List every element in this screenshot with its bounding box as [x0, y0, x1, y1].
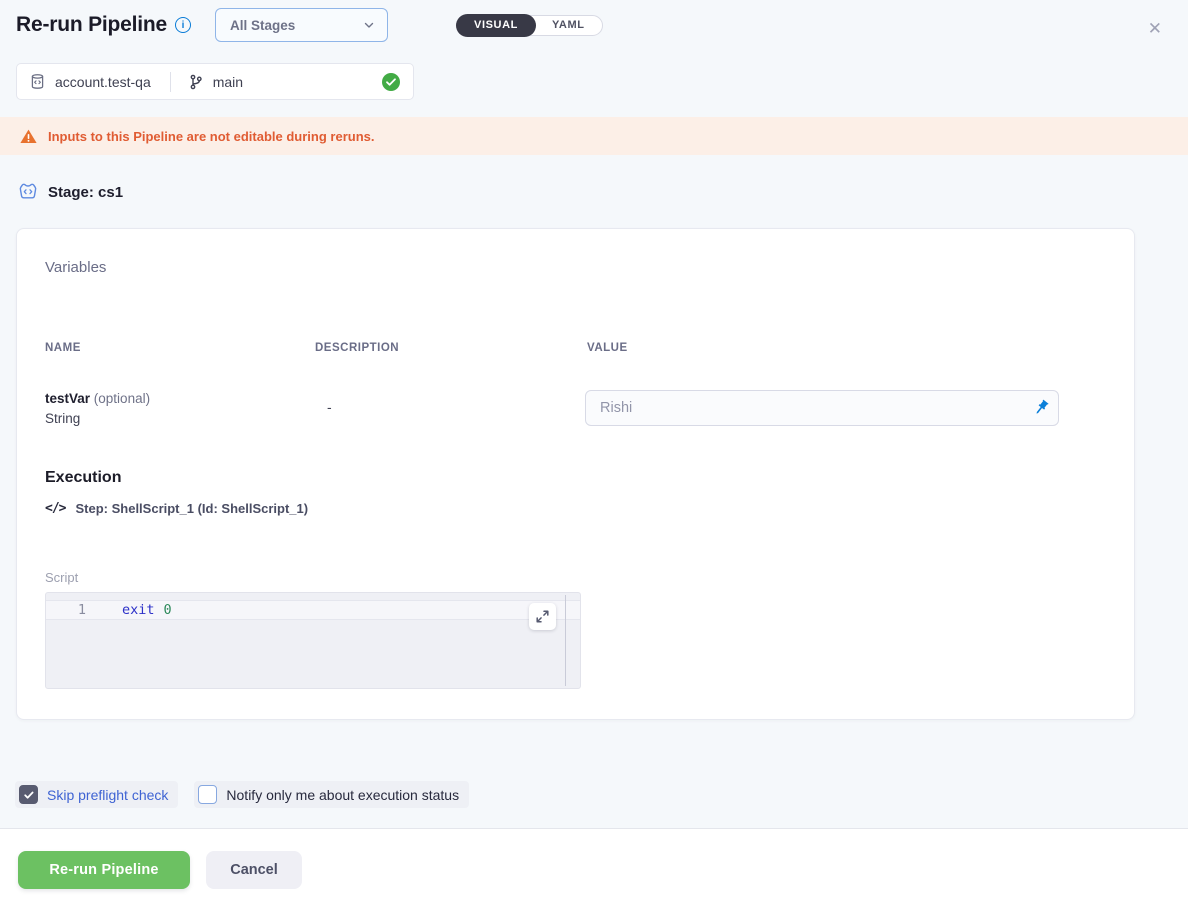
stage-heading: Stage: cs1 — [18, 182, 123, 202]
variable-description: - — [327, 399, 332, 415]
success-check-icon — [381, 72, 401, 92]
pin-icon[interactable] — [1032, 399, 1050, 417]
cancel-button[interactable]: Cancel — [206, 851, 302, 889]
variable-type: String — [45, 409, 150, 429]
editor-scrollbar[interactable] — [565, 595, 567, 686]
branch-item: main — [188, 74, 243, 90]
line-number: 1 — [46, 602, 102, 618]
rerun-pipeline-button[interactable]: Re-run Pipeline — [18, 851, 190, 889]
step-heading: </> Step: ShellScript_1 (Id: ShellScript… — [45, 501, 308, 516]
notify-me-label: Notify only me about execution status — [226, 787, 459, 803]
repo-branch-bar: account.test-qa main — [16, 63, 414, 100]
column-header-name: NAME — [45, 342, 81, 354]
notify-me-option[interactable]: Notify only me about execution status — [194, 781, 469, 808]
skip-preflight-checkbox[interactable] — [19, 785, 38, 804]
variable-value-cell — [585, 390, 1059, 426]
visual-yaml-toggle: VISUAL YAML — [456, 15, 603, 36]
code-step-icon: </> — [45, 501, 65, 516]
step-label: Step: ShellScript_1 (Id: ShellScript_1) — [75, 501, 308, 516]
execution-heading: Execution — [45, 469, 121, 487]
code-number: 0 — [164, 602, 172, 618]
column-header-description: DESCRIPTION — [315, 342, 399, 354]
notify-me-checkbox[interactable] — [198, 785, 217, 804]
column-header-value: VALUE — [587, 342, 628, 354]
git-branch-icon — [188, 74, 204, 90]
expand-editor-button[interactable] — [529, 603, 556, 630]
divider — [170, 72, 171, 92]
variable-value-input[interactable] — [585, 390, 1059, 426]
branch-name: main — [213, 74, 243, 90]
warning-text: Inputs to this Pipeline are not editable… — [48, 129, 374, 144]
code-text: exit 0 — [102, 602, 172, 618]
tab-yaml[interactable]: YAML — [535, 15, 602, 36]
script-field-label: Script — [45, 570, 78, 585]
script-code-editor[interactable]: 1 exit 0 — [45, 592, 581, 689]
variable-optional-tag: (optional) — [94, 391, 150, 406]
code-keyword: exit — [122, 602, 155, 618]
repo-item: account.test-qa — [29, 73, 151, 90]
custom-stage-icon — [18, 182, 38, 202]
variable-name: testVar — [45, 391, 90, 406]
tab-visual[interactable]: VISUAL — [456, 14, 536, 37]
modal-header: Re-run Pipeline i All Stages VISUAL YAML — [0, 0, 1188, 50]
skip-preflight-label: Skip preflight check — [47, 787, 168, 803]
info-icon[interactable]: i — [175, 17, 191, 33]
code-line: 1 exit 0 — [46, 600, 580, 620]
page-title: Re-run Pipeline — [16, 13, 167, 37]
stage-selector-value: All Stages — [230, 18, 363, 33]
stage-inputs-card: Variables NAME DESCRIPTION VALUE testVar… — [16, 228, 1135, 720]
checkmark-icon — [23, 789, 35, 801]
close-icon[interactable]: ✕ — [1148, 20, 1162, 37]
expand-icon — [536, 610, 549, 623]
chevron-down-icon — [363, 19, 375, 31]
variable-name-cell: testVar (optional) String — [45, 389, 150, 429]
warning-icon — [20, 129, 37, 144]
warning-banner: Inputs to this Pipeline are not editable… — [0, 117, 1188, 155]
variables-heading: Variables — [45, 259, 106, 276]
stage-selector-dropdown[interactable]: All Stages — [215, 8, 388, 42]
rerun-pipeline-modal: Re-run Pipeline i All Stages VISUAL YAML… — [0, 0, 1188, 902]
modal-footer: Re-run Pipeline Cancel — [0, 829, 1188, 902]
repo-name: account.test-qa — [55, 74, 151, 90]
repository-icon — [29, 73, 46, 90]
run-options: Skip preflight check Notify only me abou… — [15, 781, 469, 808]
stage-label: Stage: cs1 — [48, 184, 123, 201]
skip-preflight-option[interactable]: Skip preflight check — [15, 781, 178, 808]
